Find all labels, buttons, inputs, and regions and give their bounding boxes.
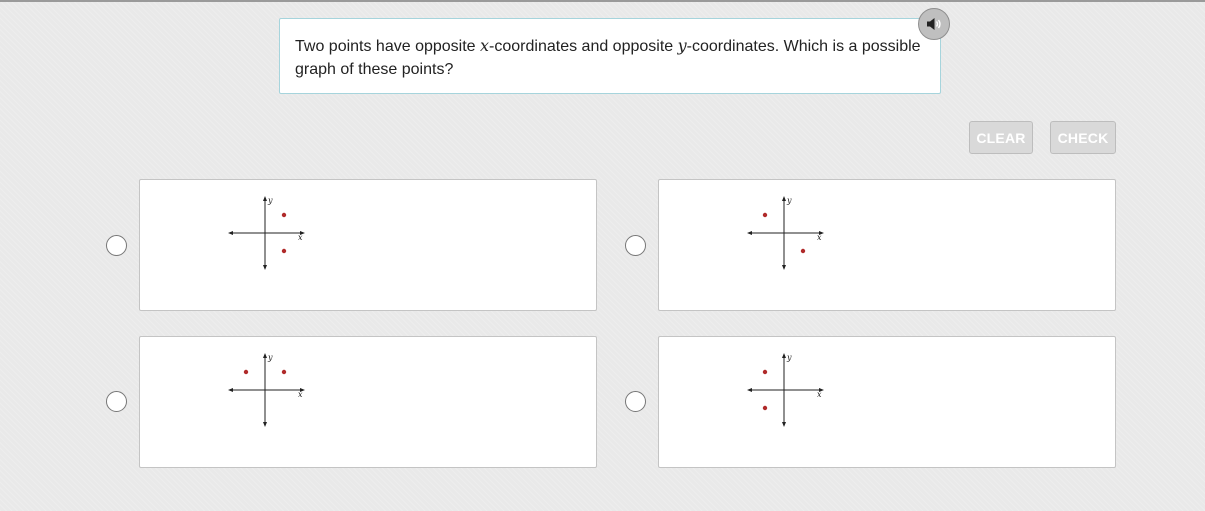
y-axis-label: y <box>267 353 273 362</box>
y-axis-arrow-up <box>782 353 786 358</box>
top-divider <box>0 0 1205 2</box>
y-axis-label: y <box>267 196 273 205</box>
option-d-card[interactable]: x y <box>658 336 1116 468</box>
x-axis-label: x <box>298 390 303 399</box>
clear-button[interactable]: CLEAR <box>969 121 1033 154</box>
option-b-card[interactable]: x y <box>658 179 1116 311</box>
question-text-part1: Two points have opposite <box>295 38 481 55</box>
x-axis-label: x <box>817 390 822 399</box>
x-axis-arrow-left <box>228 231 233 235</box>
y-axis-arrow-up <box>263 196 267 201</box>
option-c-radio[interactable] <box>106 391 127 412</box>
math-variable-y: y <box>677 36 687 55</box>
y-axis-arrow-up <box>782 196 786 201</box>
x-axis-arrow-left <box>228 388 233 392</box>
coordinate-graph: x y <box>747 353 824 427</box>
y-axis-arrow-down <box>782 265 786 270</box>
plotted-point <box>281 369 287 375</box>
plotted-point <box>800 248 806 254</box>
plotted-point <box>762 212 768 218</box>
coordinate-graph: x y <box>228 196 305 270</box>
y-axis-label: y <box>786 353 792 362</box>
coordinate-graph: x y <box>228 353 305 427</box>
y-axis-arrow-down <box>263 422 267 427</box>
y-axis-arrow-down <box>263 265 267 270</box>
x-axis-label: x <box>298 233 303 242</box>
audio-button[interactable] <box>918 8 950 40</box>
plotted-point <box>762 405 768 411</box>
option-b-radio[interactable] <box>625 235 646 256</box>
option-a-card[interactable]: x y <box>139 179 597 311</box>
question-prompt: Two points have opposite x-coordinates a… <box>279 18 941 94</box>
x-axis-label: x <box>817 233 822 242</box>
question-text-part2: -coordinates and opposite <box>489 38 678 55</box>
y-axis-arrow-up <box>263 353 267 358</box>
speaker-icon <box>927 18 941 30</box>
option-d-radio[interactable] <box>625 391 646 412</box>
plotted-point <box>281 212 287 218</box>
y-axis-arrow-down <box>782 422 786 427</box>
x-axis-arrow-left <box>747 231 752 235</box>
plotted-point <box>281 248 287 254</box>
option-a-radio[interactable] <box>106 235 127 256</box>
plotted-point <box>762 369 768 375</box>
plotted-point <box>243 369 249 375</box>
option-c-card[interactable]: x y <box>139 336 597 468</box>
check-button[interactable]: CHECK <box>1050 121 1116 154</box>
coordinate-graph: x y <box>747 196 824 270</box>
x-axis-arrow-left <box>747 388 752 392</box>
math-variable-x: x <box>480 36 490 55</box>
y-axis-label: y <box>786 196 792 205</box>
